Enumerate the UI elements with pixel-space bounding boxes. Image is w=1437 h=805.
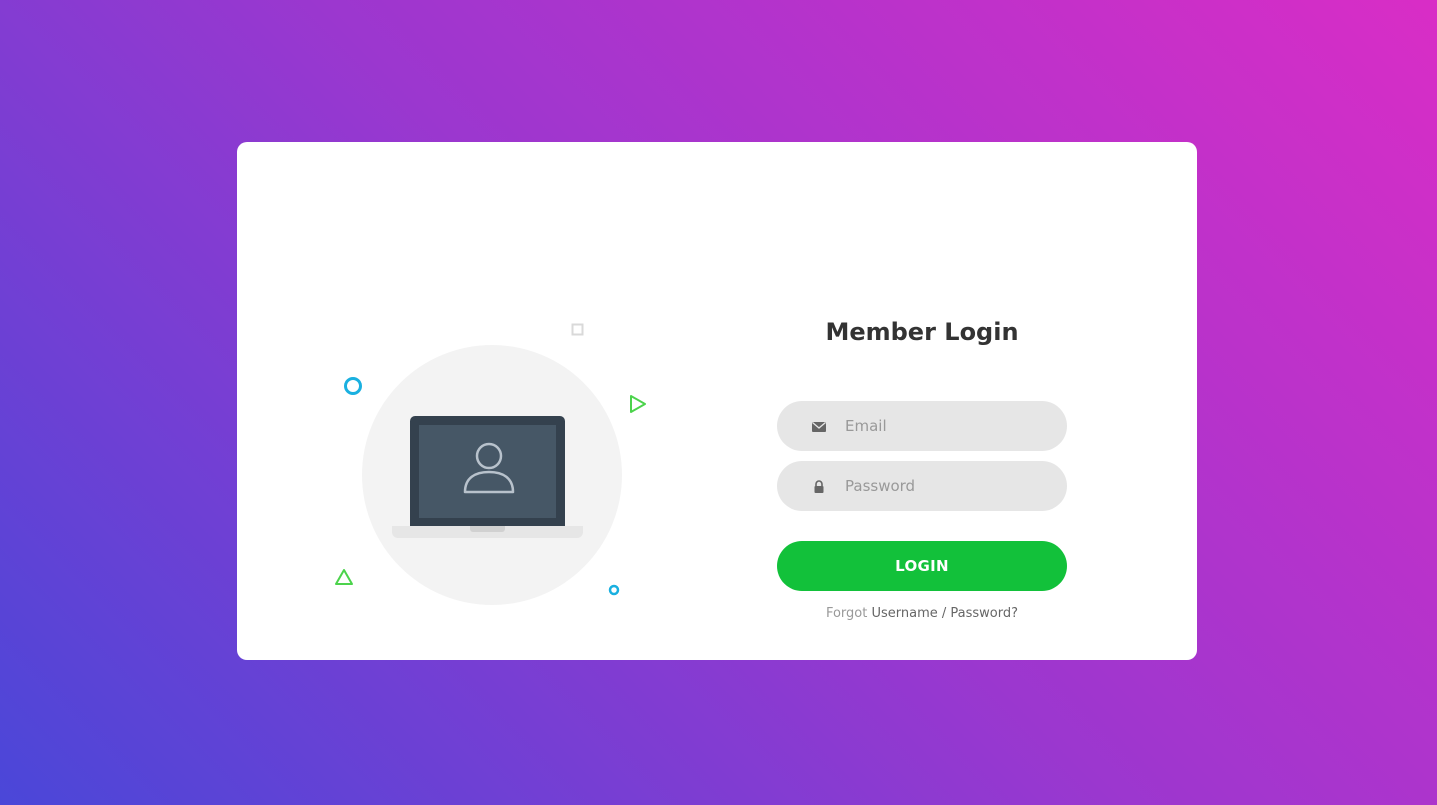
login-form: Member Login LOGIN Forgot Username / Pas…	[777, 312, 1067, 621]
login-card: Member Login LOGIN Forgot Username / Pas…	[237, 142, 1197, 660]
page-title: Member Login	[825, 318, 1019, 346]
login-button[interactable]: LOGIN	[777, 541, 1067, 591]
forgot-credentials-link[interactable]: Username / Password?	[871, 606, 1018, 621]
laptop-base	[392, 526, 583, 538]
email-field-wrapper	[777, 401, 1067, 451]
laptop-icon	[410, 416, 565, 527]
laptop-screen	[419, 425, 556, 518]
forgot-prefix: Forgot	[825, 606, 868, 621]
cyan-ring-icon	[344, 377, 362, 395]
envelope-icon	[812, 422, 826, 432]
lock-icon	[814, 480, 824, 493]
laptop-notch	[470, 526, 505, 532]
user-icon	[463, 442, 515, 494]
email-field[interactable]	[845, 401, 1045, 451]
password-field[interactable]	[845, 461, 1045, 511]
square-outline-icon	[571, 323, 584, 336]
login-illustration	[332, 320, 662, 620]
cyan-dot-icon	[608, 584, 620, 596]
forgot-credentials: Forgot Username / Password?	[777, 606, 1067, 621]
password-field-wrapper	[777, 461, 1067, 511]
triangle-outline-icon	[335, 569, 353, 585]
play-triangle-icon	[630, 395, 646, 413]
